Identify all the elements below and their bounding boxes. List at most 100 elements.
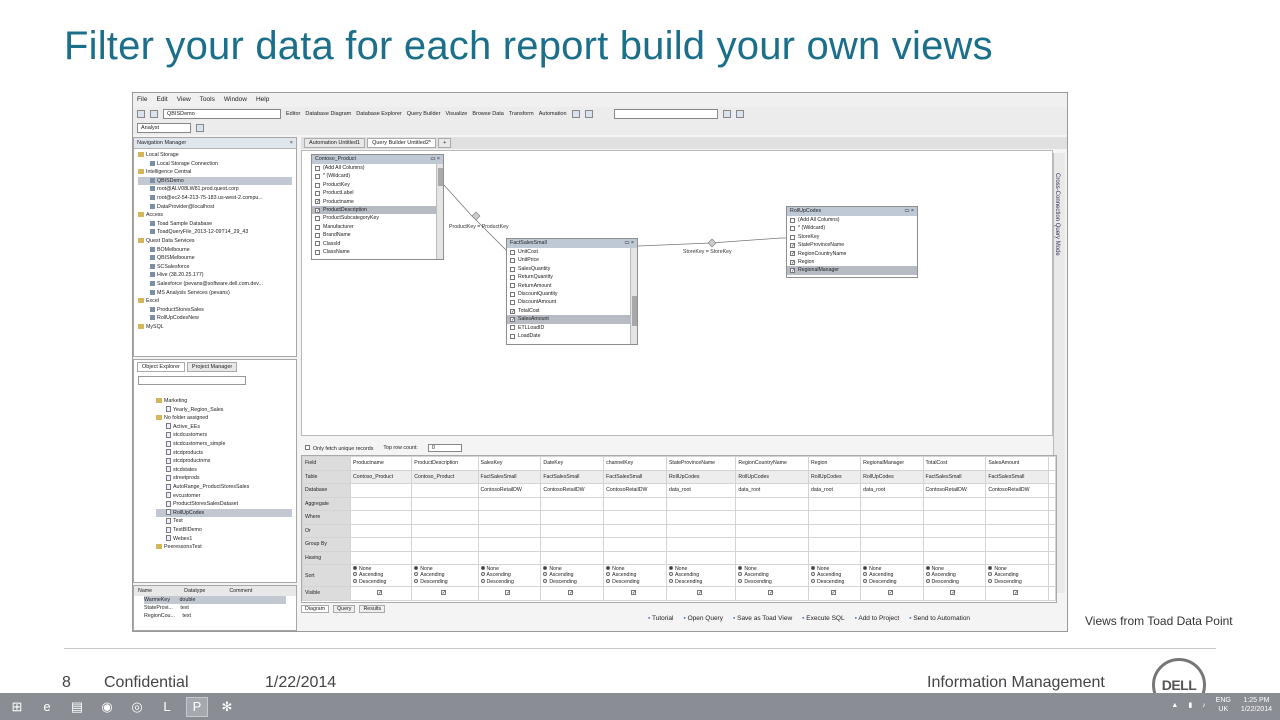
object-item[interactable]: No folder assigned (156, 414, 292, 423)
column-row-selected[interactable]: SalesAmount (507, 315, 637, 324)
tray-icon[interactable]: ▲ (1171, 702, 1178, 709)
column-row[interactable]: ProductLabel (312, 189, 443, 197)
grid-cell[interactable] (665, 523, 737, 538)
grid-cell[interactable]: RollUpCodes (665, 469, 737, 484)
grid-cell[interactable] (985, 510, 1050, 525)
powerpoint-icon[interactable]: P (186, 696, 208, 717)
nav-item[interactable]: BOMelbourne (138, 246, 292, 255)
grid-cell[interactable]: data_root (807, 483, 862, 498)
property-row[interactable]: StateProvi... text (144, 604, 286, 612)
grid-cell[interactable] (603, 550, 667, 565)
grid-cell[interactable] (411, 537, 479, 552)
nav-item[interactable]: root@ec2-54-213-75-183.us-west-2.compu..… (138, 194, 292, 203)
add-to-project-link[interactable]: Add to Project (855, 615, 899, 622)
grid-cell-empty[interactable] (1048, 510, 1056, 525)
role-combo[interactable]: Analyst (137, 123, 191, 133)
tab-add[interactable]: + (438, 138, 452, 148)
nav-item[interactable]: Access (138, 211, 292, 220)
grid-cell[interactable] (477, 586, 542, 601)
grid-cell[interactable] (411, 550, 479, 565)
toad-icon[interactable]: ✻ (216, 697, 238, 717)
grid-cell[interactable] (349, 496, 413, 511)
grid-cell[interactable]: ContosoRetailDW (477, 483, 542, 498)
grid-cell[interactable]: RegionCountryName (735, 456, 809, 471)
grid-cell[interactable]: Productname (349, 456, 413, 471)
column-row[interactable]: Manufacturer (312, 223, 443, 231)
open-query-link[interactable]: Open Query (683, 615, 723, 622)
grid-cell[interactable] (985, 537, 1050, 552)
grid-cell[interactable] (603, 510, 667, 525)
connection-combo[interactable]: QBISDemo (163, 109, 281, 119)
grid-cell[interactable] (477, 496, 542, 511)
column-row[interactable]: ReturnQuantity (507, 273, 637, 281)
grid-cell[interactable] (922, 523, 987, 538)
nav-item[interactable]: Salesforce (pevans@software.dell.com.dev… (138, 280, 292, 289)
column-row[interactable]: ClassName (312, 248, 443, 256)
grid-cell-empty[interactable] (1048, 483, 1056, 498)
grid-cell[interactable] (540, 510, 605, 525)
grid-cell[interactable] (477, 523, 542, 538)
nav-item[interactable]: MySQL (138, 323, 292, 332)
grid-cell[interactable]: None Ascending Descending (349, 564, 413, 587)
column-row[interactable]: ClassId (312, 240, 443, 248)
record-icon[interactable] (584, 110, 593, 118)
visible-checkbox[interactable] (830, 590, 836, 596)
grid-cell[interactable]: ContosoRetailDW (540, 483, 605, 498)
grid-cell[interactable] (665, 496, 737, 511)
tab-query-builder[interactable]: Query Builder Untitled2* (367, 138, 437, 148)
tab-project-manager[interactable]: Project Manager (186, 362, 238, 372)
grid-cell[interactable] (411, 523, 479, 538)
sort-radio[interactable]: Descending (668, 578, 733, 586)
refresh-icon[interactable] (196, 124, 204, 132)
table-scrollbar[interactable] (630, 248, 637, 344)
visible-checkbox[interactable] (1013, 590, 1019, 596)
toolbar-browse-data[interactable]: Browse Data (472, 111, 504, 117)
object-item[interactable]: Webex1 (156, 535, 292, 544)
grid-cell[interactable]: SalesAmount (985, 456, 1050, 471)
tab-diagram[interactable]: Diagram (301, 605, 330, 613)
grid-cell[interactable]: channelKey (603, 456, 667, 471)
grid-cell-empty[interactable] (1048, 586, 1056, 601)
visible-checkbox[interactable] (697, 590, 703, 596)
grid-cell[interactable] (807, 550, 862, 565)
nav-item[interactable]: ToadQueryFile_2013-12-09T14_29_43 (138, 228, 292, 237)
object-item[interactable]: AutoRange_ProductStoresSales (156, 483, 292, 492)
menu-file[interactable]: File (137, 96, 147, 104)
table-scrollbar[interactable] (436, 164, 443, 259)
grid-cell[interactable]: Contoso_Product (349, 469, 413, 484)
grid-cell[interactable] (807, 496, 862, 511)
grid-cell-empty[interactable] (1048, 469, 1056, 484)
grid-cell[interactable] (922, 586, 987, 601)
grid-cell[interactable] (807, 523, 862, 538)
language-indicator[interactable]: ENG UK (1216, 696, 1231, 714)
internet-explorer-icon[interactable]: e (36, 697, 58, 717)
grid-cell[interactable]: None Ascending Descending (540, 564, 605, 587)
object-item[interactable]: stcdproducts (156, 449, 292, 458)
grid-cell[interactable]: data_root (735, 483, 809, 498)
toolbar-query-builder[interactable]: Query Builder (407, 111, 441, 117)
save-as-toad-view-link[interactable]: Save as Toad View (733, 615, 792, 622)
grid-cell[interactable] (735, 537, 809, 552)
column-row[interactable]: Region (787, 258, 917, 266)
object-item[interactable]: stcdstates (156, 466, 292, 475)
grid-cell[interactable] (411, 483, 479, 498)
nav-item[interactable]: Intelligence Central (138, 168, 292, 177)
nav-item[interactable]: Toad Sample Database (138, 220, 292, 229)
top-row-count-input[interactable]: 0 (427, 444, 462, 452)
grid-cell[interactable] (349, 483, 413, 498)
app-icon[interactable]: ◉ (96, 697, 118, 717)
lync-icon[interactable]: L (156, 697, 178, 717)
column-row[interactable]: UnitCost (507, 248, 637, 256)
column-row[interactable]: BrandName (312, 231, 443, 239)
grid-cell[interactable]: data_root (665, 483, 737, 498)
grid-cell[interactable] (860, 496, 924, 511)
sort-radio[interactable]: Descending (606, 578, 664, 586)
grid-cell-empty[interactable] (1048, 537, 1056, 552)
join-diamond[interactable] (471, 211, 481, 221)
object-item[interactable]: Test (156, 517, 292, 526)
grid-cell[interactable] (922, 496, 987, 511)
send-to-automation-link[interactable]: Send to Automation (909, 615, 970, 622)
grid-cell[interactable]: FactSalesSmall (603, 469, 667, 484)
nav-item[interactable]: RollUpCodesNew (138, 314, 292, 323)
table-title[interactable]: Contoso_Product ▭ × (312, 155, 443, 164)
